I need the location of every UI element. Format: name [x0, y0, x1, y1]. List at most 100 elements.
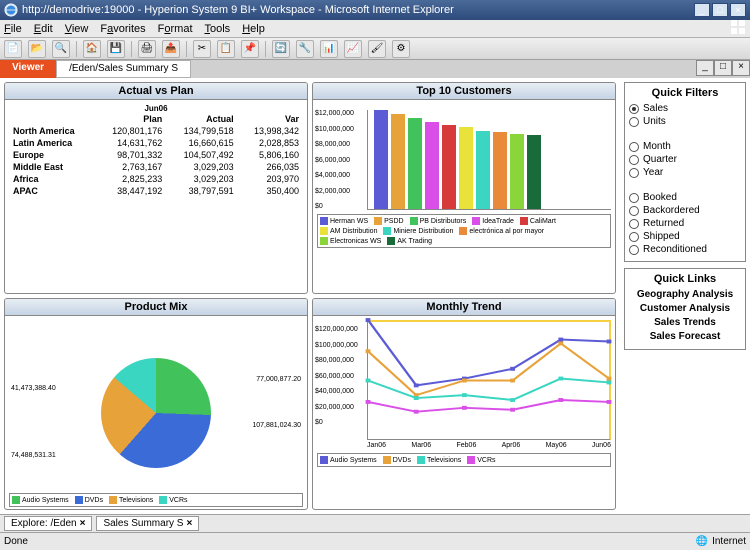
toolbar-new-button[interactable]: 📄 [4, 40, 22, 58]
toolbar-tool1-button[interactable]: 🔧 [296, 40, 314, 58]
filter-shipped[interactable]: Shipped [629, 231, 741, 242]
quick-link[interactable]: Sales Trends [629, 317, 741, 328]
radio-icon [629, 219, 639, 229]
viewer-tab[interactable]: Viewer [0, 60, 56, 78]
window-minimize-button[interactable]: _ [694, 3, 710, 17]
toolbar-print-button[interactable]: 🖨 [138, 40, 156, 58]
radio-icon [629, 155, 639, 165]
legend-item: Audio Systems [320, 456, 377, 464]
globe-icon: 🌐 [696, 536, 708, 547]
menu-favorites[interactable]: Favorites [100, 23, 145, 35]
dashboard-grid: Actual vs Plan Jun06 PlanActualVar North… [0, 78, 620, 514]
pie-label: 41,473,388.40 [11, 385, 56, 392]
toolbar-export-button[interactable]: 📤 [162, 40, 180, 58]
legend-item: Electronicas WS [320, 237, 381, 245]
quick-link[interactable]: Sales Forecast [629, 331, 741, 342]
menu-edit[interactable]: Edit [34, 23, 53, 35]
filter-month[interactable]: Month [629, 141, 741, 152]
status-done: Done [4, 536, 28, 547]
bar-CaliMart [442, 125, 456, 209]
menu-help[interactable]: Help [242, 23, 265, 35]
legend-item: AM Distribution [320, 227, 377, 235]
toolbar-tool5-button[interactable]: ⚙ [392, 40, 410, 58]
doc-restore-button[interactable]: □ [714, 60, 732, 76]
quick-link[interactable]: Geography Analysis [629, 289, 741, 300]
filter-year[interactable]: Year [629, 167, 741, 178]
table-row: Africa2,825,2333,029,203203,970 [9, 173, 303, 185]
legend-item: Televisions [417, 456, 461, 464]
table-row: APAC38,447,19238,797,591350,400 [9, 185, 303, 197]
app-toolbar: 📄 📂 🔍 🏠 💾 🖨 📤 ✂ 📋 📌 🔄 🔧 📊 📈 🖌 ⚙ [0, 38, 750, 60]
quick-links-panel: Quick Links Geography Analysis Customer A… [624, 268, 746, 350]
panel-title: Actual vs Plan [5, 83, 307, 100]
menu-format[interactable]: Format [158, 23, 193, 35]
toolbar-save-button[interactable]: 💾 [107, 40, 125, 58]
top10-legend: Herman WSPSDDPB DistributorsIdeaTradeCal… [317, 214, 611, 248]
filter-booked[interactable]: Booked [629, 192, 741, 203]
ie-icon [4, 3, 18, 17]
legend-item: IdeaTrade [472, 217, 514, 225]
window-maximize-button[interactable]: □ [712, 3, 728, 17]
toolbar-tool3-button[interactable]: 📈 [344, 40, 362, 58]
app-menubar: File Edit View Favorites Format Tools He… [0, 20, 750, 38]
explore-tab[interactable]: Explore: /Eden × [4, 516, 92, 531]
toolbar-tool2-button[interactable]: 📊 [320, 40, 338, 58]
bar-Miniere Distribution [476, 131, 490, 209]
toolbar-paste-button[interactable]: 📌 [241, 40, 259, 58]
doc-close-button[interactable]: × [732, 60, 750, 76]
bar-PSDD [391, 114, 405, 209]
product-mix-legend: Audio SystemsDVDsTelevisionsVCRs [9, 493, 303, 507]
panel-title: Top 10 Customers [313, 83, 615, 100]
menu-file[interactable]: File [4, 23, 22, 35]
radio-icon [629, 193, 639, 203]
document-tab[interactable]: Sales Summary S × [96, 516, 199, 531]
bar-Electronicas WS [510, 134, 524, 209]
window-title: http://demodrive:19000 - Hyperion System… [22, 4, 454, 16]
panel-monthly-trend: Monthly Trend $120,000,000$100,000,000$8… [312, 298, 616, 510]
doc-minimize-button[interactable]: _ [696, 60, 714, 76]
radio-icon [629, 117, 639, 127]
toolbar-home-button[interactable]: 🏠 [83, 40, 101, 58]
filter-returned[interactable]: Returned [629, 218, 741, 229]
toolbar-copy-button[interactable]: 📋 [217, 40, 235, 58]
menu-tools[interactable]: Tools [205, 23, 231, 35]
app-logo-icon [730, 19, 746, 38]
bar-IdeaTrade [425, 122, 439, 209]
radio-icon [629, 245, 639, 255]
close-icon[interactable]: × [80, 518, 86, 529]
workspace: Actual vs Plan Jun06 PlanActualVar North… [0, 78, 750, 514]
quick-filters-panel: Quick Filters Sales Units Month Quarter Yea… [624, 82, 746, 262]
document-tabbar: Viewer /Eden/Sales Summary S _ □ × [0, 60, 750, 78]
legend-item: VCRs [159, 496, 187, 504]
quick-links-title: Quick Links [629, 273, 741, 285]
legend-item: CaliMart [520, 217, 556, 225]
quick-filters-title: Quick Filters [629, 87, 741, 99]
document-tab-label: Sales Summary S [103, 518, 183, 529]
menu-view[interactable]: View [65, 23, 89, 35]
close-icon[interactable]: × [186, 518, 192, 529]
quick-link[interactable]: Customer Analysis [629, 303, 741, 314]
toolbar-open-button[interactable]: 📂 [28, 40, 46, 58]
explore-tab-label: Explore: /Eden [11, 518, 77, 529]
filter-units[interactable]: Units [629, 116, 741, 127]
toolbar-cut-button[interactable]: ✂ [193, 40, 211, 58]
bar-PB Distributors [408, 118, 422, 209]
toolbar-refresh-button[interactable]: 🔄 [272, 40, 290, 58]
toolbar-explore-button[interactable]: 🔍 [52, 40, 70, 58]
window-close-button[interactable]: × [730, 3, 746, 17]
legend-item: Herman WS [320, 217, 368, 225]
filter-backordered[interactable]: Backordered [629, 205, 741, 216]
filter-quarter[interactable]: Quarter [629, 154, 741, 165]
path-tab[interactable]: /Eden/Sales Summary S [56, 60, 191, 78]
product-mix-pie: 77,000,877.20107,881,024.3074,488,531.31… [9, 320, 303, 505]
legend-item: Miniere Distribution [383, 227, 453, 235]
toolbar-tool4-button[interactable]: 🖌 [368, 40, 386, 58]
panel-top10-customers: Top 10 Customers $12,000,000$10,000,000$… [312, 82, 616, 294]
filter-sales[interactable]: Sales [629, 103, 741, 114]
window-titlebar: http://demodrive:19000 - Hyperion System… [0, 0, 750, 20]
sidebar: Quick Filters Sales Units Month Quarter Yea… [620, 78, 750, 514]
table-row: Latin America14,631,76216,660,6152,028,8… [9, 137, 303, 149]
filter-reconditioned[interactable]: Reconditioned [629, 244, 741, 255]
bar-AM Distribution [459, 127, 473, 210]
panel-product-mix: Product Mix 77,000,877.20107,881,024.307… [4, 298, 308, 510]
